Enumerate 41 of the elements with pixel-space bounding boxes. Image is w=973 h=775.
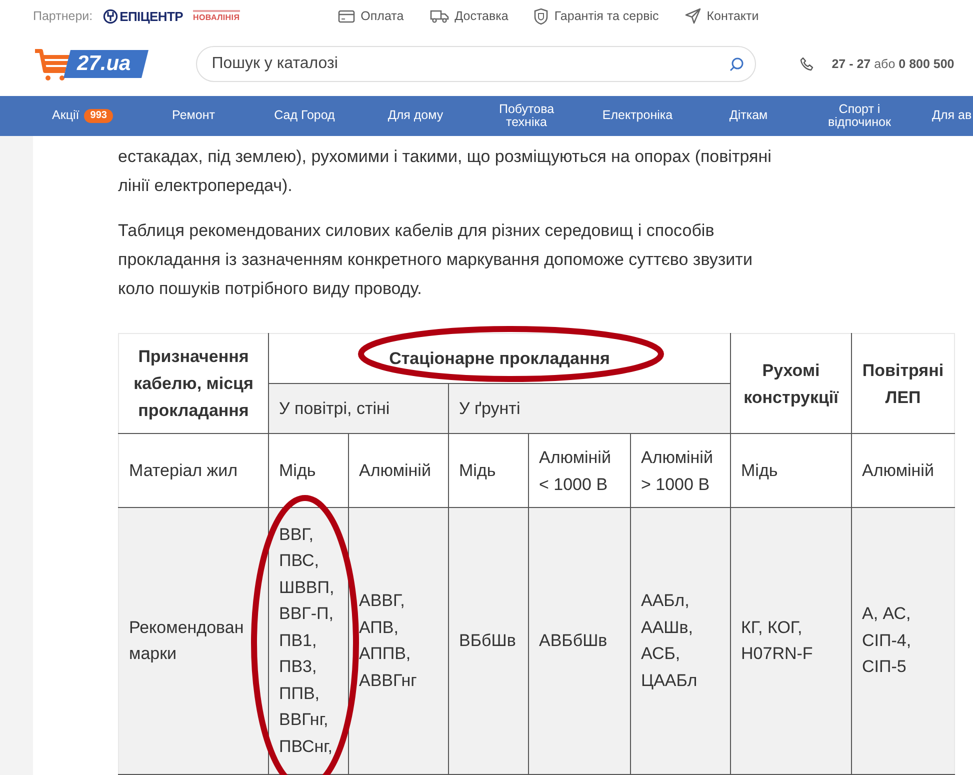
paragraph: естакадах, під землею), рухомими і такими, що розміщуються на опорах (повітряні лінії електропередач). (118, 146, 772, 197)
column-header: Повітряні ЛЕП (852, 334, 955, 434)
table-cell: КГ, КОГ, H07RN-F (730, 508, 852, 774)
nav-item[interactable]: Акції 993 (27, 108, 138, 124)
column-header: У повітрі, стіні (268, 384, 448, 434)
table-cell: ВБбШв (448, 508, 528, 774)
table-cell: ААБл, ААШв, АСБ, ЦААБл (630, 508, 731, 774)
partner-logo[interactable]: ЕПІЦЕНТР (102, 8, 184, 24)
top-link[interactable]: Контакти (684, 8, 759, 24)
top-link[interactable]: Доставка (430, 8, 508, 24)
row-header: Рекомендован марки (118, 508, 268, 774)
search-field[interactable]: Пошук у каталозі (196, 46, 756, 82)
search-icon (728, 57, 744, 72)
plug-icon (102, 8, 118, 24)
table-cell: ВВГ, ПВС, ШВВП, ВВГ-П, ПВ1, ПВ3, ППВ, ВВГнг, ПВСнг, (268, 508, 348, 774)
partners-label: Партнери: (33, 9, 93, 23)
table-cell: АВВГ, АПВ, АППВ, АВВГнг (348, 508, 448, 774)
nav-item[interactable]: Сад Город (249, 109, 360, 123)
nav-item[interactable]: Для дому (360, 109, 471, 123)
count-badge: 993 (84, 108, 113, 124)
nav-item[interactable]: Побутова техніка (471, 102, 582, 130)
truck-icon (430, 9, 449, 23)
shield-icon (534, 8, 548, 24)
send-icon (684, 8, 701, 24)
credit-card-icon (338, 10, 355, 22)
nav-item[interactable]: Електроніка (582, 109, 693, 123)
nav-item[interactable]: Ремонт (138, 109, 249, 123)
phone-number[interactable]: 27 - 27 або 0 800 500 (832, 57, 954, 71)
column-header: Рухомі конструкції (730, 334, 852, 434)
top-link[interactable]: Гарантія та сервіс (534, 8, 659, 24)
top-link[interactable]: Оплата (338, 8, 404, 24)
table-cell: АВБбШв (528, 508, 630, 774)
table-cell: А, АС, СІП-4, СІП-5 (852, 508, 955, 774)
phone-icon (800, 57, 814, 71)
column-header: У ґрунті (448, 384, 731, 434)
nav-item[interactable]: Спорт і відпочинок (804, 102, 915, 130)
partner-logo[interactable]: НОВАЛІНІЯ (193, 10, 240, 22)
column-header: Призначення кабелю, місця прокладання (118, 334, 268, 434)
paragraph: Таблиця рекомендованих силових кабелів для різних середовищ і способів прокладання із зазначенням конкретного маркування допоможе суттєво звузити коло пошуків потрібного виду проводу. (118, 220, 754, 300)
nav-item[interactable]: Для ав (915, 109, 973, 123)
nav-item[interactable]: Діткам (693, 109, 804, 123)
